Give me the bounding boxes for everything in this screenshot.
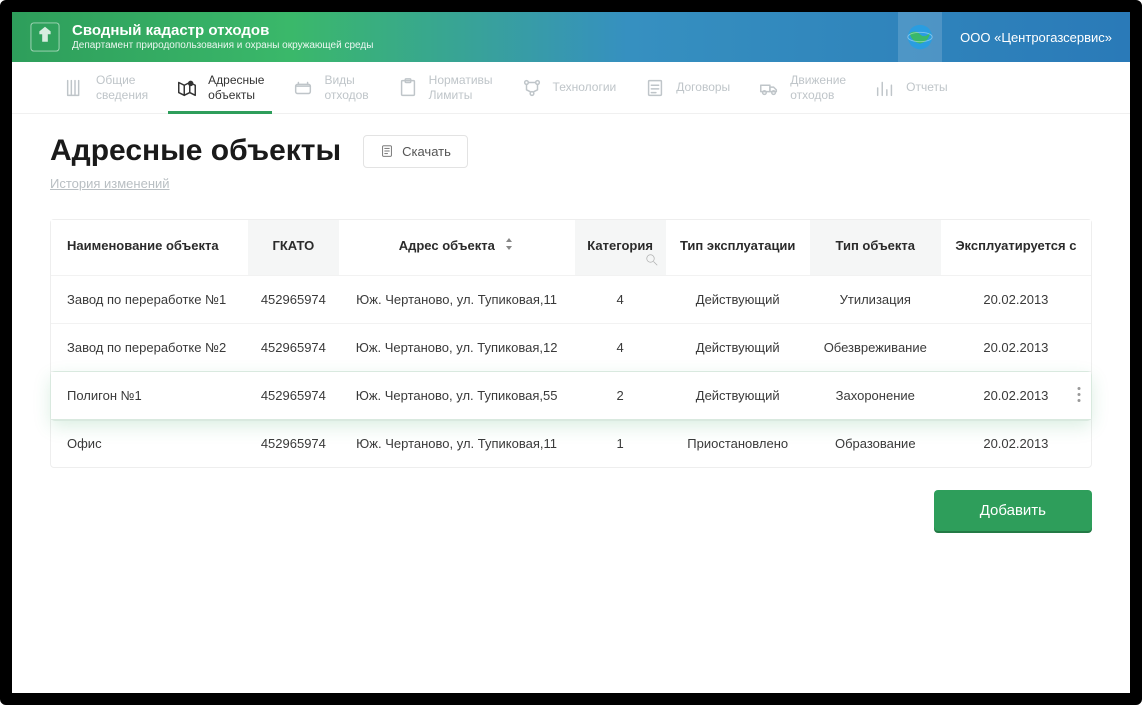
cell-category: 2 xyxy=(575,372,666,420)
cell-since: 20.02.2013 xyxy=(941,324,1091,372)
table-row[interactable]: Офис452965974Юж. Чертаново, ул. Тупикова… xyxy=(51,420,1091,468)
cell-category: 4 xyxy=(575,276,666,324)
cell-gkato: 452965974 xyxy=(248,420,339,468)
reports-icon xyxy=(874,77,896,99)
cell-category: 4 xyxy=(575,324,666,372)
cell-since: 20.02.2013 xyxy=(941,276,1091,324)
col-since[interactable]: Эксплуатируется с xyxy=(941,220,1091,276)
nav-item-address[interactable]: Адресные объекты xyxy=(162,62,278,113)
download-icon xyxy=(380,144,394,158)
cell-type: Захоронение xyxy=(810,372,941,420)
app-subtitle: Департамент природопользования и охраны … xyxy=(72,40,898,51)
cell-type: Обезвреживание xyxy=(810,324,941,372)
nav-item-reports[interactable]: Отчеты xyxy=(860,62,961,113)
cell-gkato: 452965974 xyxy=(248,276,339,324)
cell-address: Юж. Чертаново, ул. Тупиковая,55 xyxy=(339,372,575,420)
nav-label: Нормативы Лимиты xyxy=(429,73,493,102)
cell-since: 20.02.2013 xyxy=(941,372,1091,420)
add-button[interactable]: Добавить xyxy=(934,490,1092,531)
col-type[interactable]: Тип объекта xyxy=(810,220,941,276)
nav-label: Договоры xyxy=(676,80,730,94)
cell-address: Юж. Чертаново, ул. Тупиковая,11 xyxy=(339,276,575,324)
cell-type: Утилизация xyxy=(810,276,941,324)
col-category[interactable]: Категория xyxy=(575,220,666,276)
cell-name: Офис xyxy=(51,420,248,468)
nav-label: Движение отходов xyxy=(790,73,846,102)
cell-gkato: 452965974 xyxy=(248,372,339,420)
nav-item-general[interactable]: Общие сведения xyxy=(50,62,162,113)
cell-operation: Действующий xyxy=(666,276,810,324)
search-icon[interactable] xyxy=(646,254,658,269)
cell-address: Юж. Чертаново, ул. Тупиковая,11 xyxy=(339,420,575,468)
page-title: Адресные объекты xyxy=(50,134,341,168)
cell-operation: Приостановлено xyxy=(666,420,810,468)
cell-type: Образование xyxy=(810,420,941,468)
nav-label: Общие сведения xyxy=(96,73,148,102)
company-icon-wrap[interactable] xyxy=(898,12,942,62)
col-gkato[interactable]: ГКАТО xyxy=(248,220,339,276)
col-address-label: Адрес объекта xyxy=(399,238,495,253)
history-link[interactable]: История изменений xyxy=(50,176,170,191)
main-nav: Общие сведения Адресные объекты Виды отход… xyxy=(12,62,1130,114)
objects-table: Наименование объекта ГКАТО Адрес объекта… xyxy=(51,220,1091,467)
app-title: Сводный кадастр отходов xyxy=(72,23,898,40)
table-row[interactable]: Полигон №1452965974Юж. Чертаново, ул. Ту… xyxy=(51,372,1091,420)
tech-icon xyxy=(521,77,543,99)
movement-icon xyxy=(758,77,780,99)
sort-icon xyxy=(504,238,514,253)
row-menu-icon[interactable] xyxy=(1077,386,1081,405)
cell-operation: Действующий xyxy=(666,324,810,372)
nav-item-tech[interactable]: Технологии xyxy=(507,62,631,113)
cell-operation: Действующий xyxy=(666,372,810,420)
nav-item-contracts[interactable]: Договоры xyxy=(630,62,744,113)
emblem-icon xyxy=(30,22,60,52)
nav-item-waste[interactable]: Виды отходов xyxy=(278,62,382,113)
general-icon xyxy=(64,77,86,99)
col-operation[interactable]: Тип эксплуатации xyxy=(666,220,810,276)
cell-address: Юж. Чертаново, ул. Тупиковая,12 xyxy=(339,324,575,372)
download-label: Скачать xyxy=(402,144,451,159)
cell-since: 20.02.2013 xyxy=(941,420,1091,468)
cell-category: 1 xyxy=(575,420,666,468)
contracts-icon xyxy=(644,77,666,99)
app-header: Сводный кадастр отходов Департамент прир… xyxy=(12,12,1130,62)
address-icon xyxy=(176,77,198,99)
page-body: Адресные объекты Скачать История изменен… xyxy=(12,114,1130,551)
nav-label: Адресные объекты xyxy=(208,73,264,102)
globe-icon xyxy=(905,22,935,52)
nav-label: Отчеты xyxy=(906,80,947,94)
company-name[interactable]: ООО «Центрогазсервис» xyxy=(942,30,1130,45)
cell-name: Завод по переработке №2 xyxy=(51,324,248,372)
nav-item-movement[interactable]: Движение отходов xyxy=(744,62,860,113)
cell-gkato: 452965974 xyxy=(248,324,339,372)
cell-name: Завод по переработке №1 xyxy=(51,276,248,324)
nav-label: Виды отходов xyxy=(324,73,368,102)
waste-icon xyxy=(292,77,314,99)
nav-label: Технологии xyxy=(553,80,617,94)
col-address[interactable]: Адрес объекта xyxy=(339,220,575,276)
col-name[interactable]: Наименование объекта xyxy=(51,220,248,276)
table-row[interactable]: Завод по переработке №1452965974Юж. Черт… xyxy=(51,276,1091,324)
objects-table-wrap: Наименование объекта ГКАТО Адрес объекта… xyxy=(50,219,1092,468)
col-category-label: Категория xyxy=(587,238,653,253)
table-row[interactable]: Завод по переработке №2452965974Юж. Черт… xyxy=(51,324,1091,372)
limits-icon xyxy=(397,77,419,99)
download-button[interactable]: Скачать xyxy=(363,135,468,168)
cell-name: Полигон №1 xyxy=(51,372,248,420)
nav-item-limits[interactable]: Нормативы Лимиты xyxy=(383,62,507,113)
